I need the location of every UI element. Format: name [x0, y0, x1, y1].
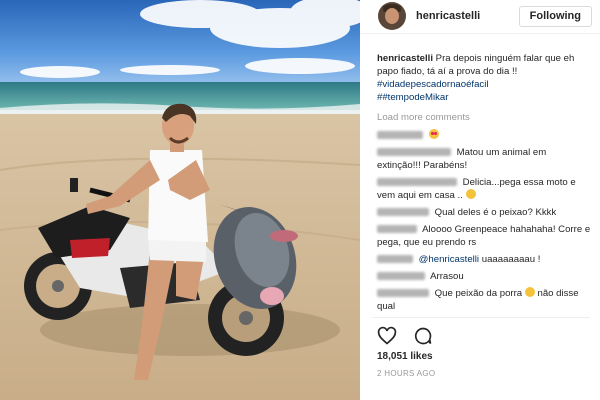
blurred-username: [377, 131, 423, 139]
list-item: Matou um animal em extinção!!! Parabéns!: [377, 146, 592, 172]
comment-text: uaaaaaaaau !: [479, 254, 541, 265]
load-more-comments-link[interactable]: Load more comments: [377, 111, 592, 124]
header-username[interactable]: henricastelli: [416, 10, 480, 22]
comment-text: Arrasou: [430, 271, 464, 282]
blurred-username: [377, 289, 429, 297]
comment-text: Que peixão da porra: [434, 288, 523, 299]
list-item: Que peixão da porra não disse qual: [377, 287, 592, 313]
avatar[interactable]: [378, 2, 406, 30]
blurred-username: [377, 178, 457, 186]
caption-username[interactable]: henricastelli: [377, 53, 433, 64]
comments-list: henricastelli Pra depois ninguém falar q…: [377, 52, 592, 317]
list-item: Aloooo Greenpeace hahahaha! Corre e pega…: [377, 223, 592, 249]
post-header: henricastelli Following: [360, 0, 600, 34]
post-caption: henricastelli Pra depois ninguém falar q…: [377, 52, 592, 104]
beach-scene-illustration: [0, 0, 360, 400]
mention-link[interactable]: @henricastelli: [419, 254, 479, 265]
heart-outline-icon[interactable]: [377, 326, 397, 346]
post-actions: [377, 326, 445, 346]
post-photo[interactable]: [0, 0, 360, 400]
blurred-username: [377, 225, 417, 233]
heart-eyes-emoji-icon: [428, 129, 439, 139]
smile-emoji-icon: [524, 287, 535, 297]
comment-bubble-icon[interactable]: [413, 326, 433, 346]
blurred-username: [377, 255, 413, 263]
list-item: @henricastelli uaaaaaaaau !: [377, 253, 592, 266]
blurred-username: [377, 208, 429, 216]
hashtag-link[interactable]: ##tempodeMikar: [377, 91, 592, 104]
post-timestamp: 2 HOURS AGO: [377, 369, 436, 378]
list-item: Delicia...pega essa moto e vem aqui em c…: [377, 176, 592, 202]
blurred-username: [377, 148, 451, 156]
grin-emoji-icon: [465, 189, 476, 199]
blurred-username: [377, 272, 425, 280]
following-button[interactable]: Following: [518, 6, 592, 27]
divider: [372, 317, 590, 318]
likes-count[interactable]: 18,051 likes: [377, 351, 433, 362]
post-details-panel: henricastelli Following henricastelli Pr…: [360, 0, 600, 400]
list-item: Qual deles é o peixao? Kkkk: [377, 206, 592, 219]
hashtag-link[interactable]: #vidadepescadornaoéfacil: [377, 78, 592, 91]
list-item: Arrasou: [377, 270, 592, 283]
comment-text: Qual deles é o peixao? Kkkk: [434, 207, 557, 218]
list-item: [377, 129, 592, 142]
